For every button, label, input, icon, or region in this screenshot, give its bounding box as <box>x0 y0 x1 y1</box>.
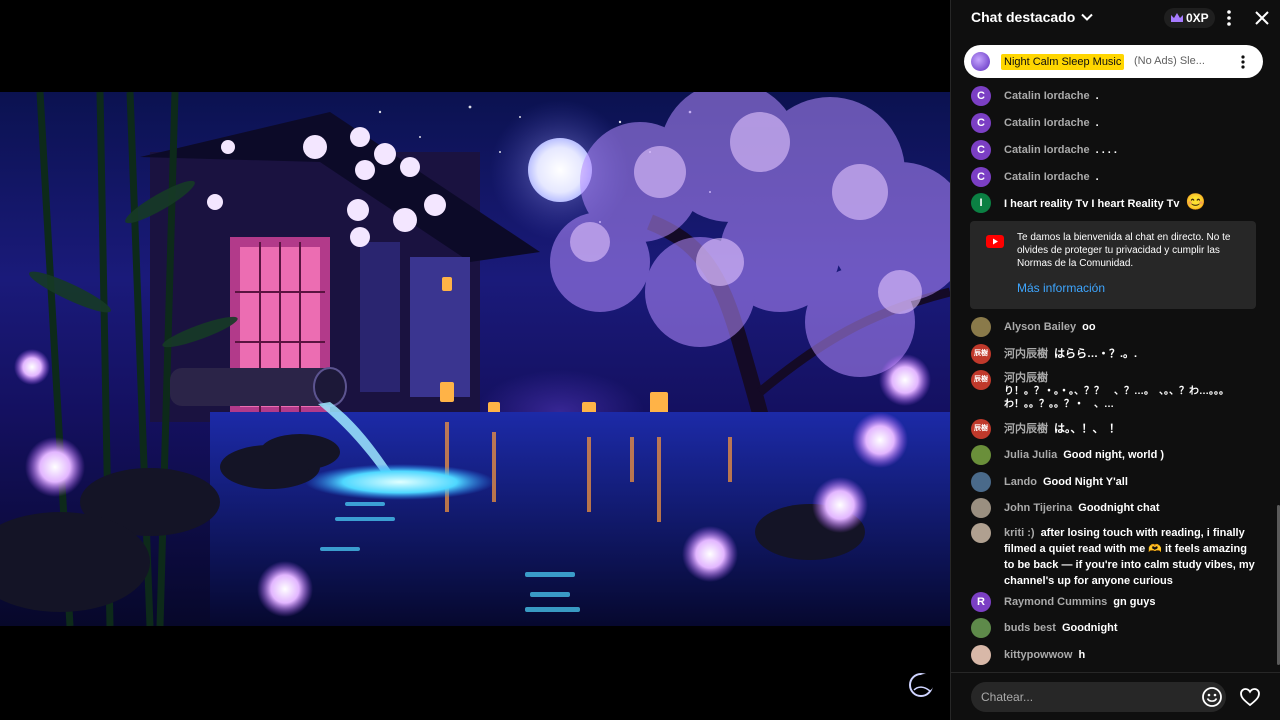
avatar <box>971 317 991 337</box>
avatar <box>971 645 991 665</box>
night-garden-scene <box>0 92 950 626</box>
message-author[interactable]: kriti :) <box>1004 527 1035 539</box>
message-author[interactable]: kittypowwow <box>1004 649 1072 661</box>
close-icon <box>1255 11 1269 25</box>
chevron-down-icon <box>1081 13 1093 21</box>
more-vert-icon[interactable] <box>1235 54 1251 70</box>
avatar: C <box>971 167 991 187</box>
message-author[interactable]: I heart reality Tv I heart Reality Tv <box>1004 198 1179 210</box>
message-author[interactable]: Catalin Iordache <box>1004 171 1090 183</box>
message-author[interactable]: John Tijerina <box>1004 502 1072 514</box>
emoji-icon <box>1202 687 1222 707</box>
pinned-text: (No Ads) Sle... <box>1134 55 1205 67</box>
avatar: C <box>971 86 991 106</box>
avatar: C <box>971 140 991 160</box>
heart-button[interactable] <box>1239 686 1261 708</box>
message-author[interactable]: 河内辰樹 <box>1004 372 1253 385</box>
avatar: 辰樹 <box>971 419 991 439</box>
heart-icon <box>1240 688 1260 707</box>
pinned-avatar <box>971 52 990 71</box>
message-author[interactable]: Alyson Bailey <box>1004 321 1076 333</box>
message-text: . . . . <box>1095 144 1117 156</box>
message-text: Goodnight chat <box>1078 502 1160 514</box>
pinned-author: Night Calm Sleep Music <box>1001 54 1125 70</box>
chat-mode-selector[interactable]: Chat destacado <box>971 9 1093 25</box>
notice-text: Te damos la bienvenida al chat en direct… <box>1017 232 1231 269</box>
avatar <box>971 472 991 492</box>
channel-watermark-icon[interactable] <box>906 672 936 698</box>
chat-composer <box>951 672 1280 720</box>
more-vert-icon <box>1227 10 1231 26</box>
message-author[interactable]: 河内辰樹 <box>1004 423 1048 435</box>
message-text: h <box>1078 649 1086 661</box>
avatar <box>971 498 991 518</box>
message-author[interactable]: Catalin Iordache <box>1004 117 1090 129</box>
live-chat-panel: Chat destacado 0XP Night Calm Sleep Musi… <box>950 0 1280 720</box>
message-author[interactable]: Lando <box>1004 476 1037 488</box>
chat-welcome-notice: Te damos la bienvenida al chat en direct… <box>970 221 1256 309</box>
message-text: Goodnight <box>1061 622 1118 634</box>
xp-badge[interactable]: 0XP <box>1164 8 1215 28</box>
avatar: 辰樹 <box>971 344 991 364</box>
message-text: gn guys <box>1113 596 1156 608</box>
more-info-link[interactable]: Más información <box>1017 281 1105 295</box>
avatar <box>971 523 991 543</box>
message-text: . <box>1095 90 1099 102</box>
message-text: はらら…・？.。. <box>1054 348 1138 360</box>
video-frame <box>0 92 950 626</box>
video-player[interactable] <box>0 0 950 720</box>
chat-header: Chat destacado 0XP <box>951 0 1280 36</box>
chat-messages: C Catalin Iordache. C Catalin Iordache . … <box>951 80 1280 670</box>
message-text: Good night, world ) <box>1063 449 1165 461</box>
emoji-button[interactable] <box>1201 686 1223 708</box>
message-author[interactable]: buds best <box>1004 622 1056 634</box>
more-options-button[interactable] <box>1219 8 1239 28</box>
message-text: Good Night Y'all <box>1043 476 1128 488</box>
xp-value: 0XP <box>1186 11 1209 25</box>
message-text: oo <box>1082 321 1096 333</box>
avatar: R <box>971 592 991 612</box>
message-text: . <box>1095 117 1099 129</box>
message-author[interactable]: Raymond Cummins <box>1004 596 1107 608</box>
message-text: . <box>1095 171 1099 183</box>
pinned-message[interactable]: Night Calm Sleep Music (No Ads) Sle... <box>964 45 1263 78</box>
message-text: り！。？・。・。、？？ 、？…。 、。、？わ…。。。わ！。。？。。？・ 、… <box>1004 386 1229 410</box>
message-text: は。、！、 ！ <box>1054 423 1120 435</box>
message-text: after losing touch with reading, i final… <box>1004 527 1255 587</box>
message-author[interactable]: 河内辰樹 <box>1004 348 1048 360</box>
avatar <box>971 445 991 465</box>
message-author[interactable]: Catalin Iordache <box>1004 90 1090 102</box>
avatar: 辰樹 <box>971 370 991 390</box>
close-chat-button[interactable] <box>1252 8 1272 28</box>
youtube-icon <box>986 235 1004 248</box>
avatar: I <box>971 193 991 213</box>
avatar: C <box>971 113 991 133</box>
chat-title: Chat destacado <box>971 9 1076 25</box>
chat-input[interactable] <box>971 682 1226 712</box>
message-author[interactable]: Julia Julia <box>1004 449 1057 461</box>
message-text: 😊 <box>1185 194 1206 211</box>
crown-icon <box>1171 13 1183 22</box>
avatar <box>971 618 991 638</box>
message-author[interactable]: Catalin Iordache <box>1004 144 1090 156</box>
